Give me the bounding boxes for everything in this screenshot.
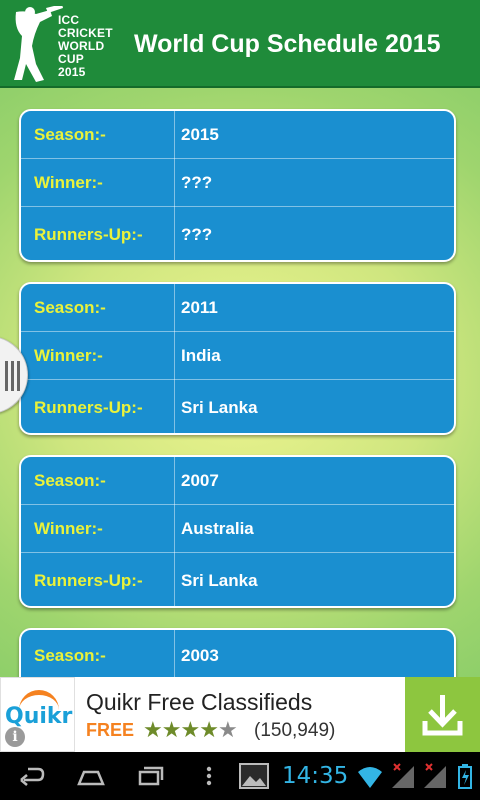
season-value: 2007 (181, 470, 219, 490)
winner-value: India (181, 345, 221, 365)
icc-logo: ICC CRICKET WORLD CUP 2015 (6, 4, 126, 84)
cricketer-logo-icon (14, 6, 63, 82)
gallery-notification-icon (239, 763, 269, 789)
star-icon: ★ (161, 717, 182, 742)
recent-apps-icon[interactable] (136, 760, 166, 792)
season-label: Season:- (34, 297, 106, 317)
runners-up-label: Runners-Up:- (34, 570, 143, 590)
winner-row: Winner:- India (21, 332, 454, 380)
winner-value: ??? (181, 172, 213, 192)
runners-up-row: Runners-Up:- ??? (21, 207, 454, 260)
season-row: Season:- 2007 (21, 457, 454, 505)
logo-line: 2015 (58, 65, 86, 79)
home-icon[interactable] (76, 760, 106, 792)
runners-up-value: ??? (181, 224, 213, 244)
runners-up-label: Runners-Up:- (34, 224, 143, 244)
winner-value: Australia (181, 518, 254, 538)
back-icon[interactable] (18, 760, 46, 792)
system-bar: 14:35 (0, 752, 480, 800)
rating-stars: ★★★★★ (143, 717, 238, 743)
status-clock: 14:35 (282, 763, 349, 789)
download-button[interactable] (405, 677, 480, 752)
ad-price: FREE (86, 720, 135, 740)
signal-2-icon (424, 763, 446, 788)
season-label: Season:- (34, 646, 106, 666)
app-header: ICC CRICKET WORLD CUP 2015 World Cup Sch… (0, 0, 480, 88)
season-row: Season:- 2011 (21, 284, 454, 332)
star-icon: ★ (199, 717, 219, 742)
winner-label: Winner:- (34, 518, 103, 538)
quikr-logo-text: Quikr (5, 704, 73, 729)
review-count: (150,949) (254, 720, 336, 741)
battery-icon (458, 764, 472, 789)
season-value: 2015 (181, 124, 219, 144)
runners-up-label: Runners-Up:- (34, 397, 143, 417)
season-label: Season:- (34, 470, 106, 490)
menu-overflow-icon[interactable] (202, 760, 216, 792)
ad-title[interactable]: Quikr Free Classifieds (86, 689, 312, 716)
runners-up-value: Sri Lanka (181, 570, 258, 590)
winner-label: Winner:- (34, 345, 103, 365)
wifi-icon (358, 767, 382, 788)
season-value: 2003 (181, 646, 219, 666)
info-icon[interactable]: i (5, 727, 25, 747)
download-arrow-icon (422, 695, 463, 736)
logo-text: ICC CRICKET WORLD CUP 2015 (58, 14, 128, 79)
season-value: 2011 (181, 297, 218, 317)
season-card[interactable]: Season:- 2015 Winner:- ??? Runners-Up:- … (19, 109, 456, 262)
star-icon: ★ (143, 717, 163, 742)
handle-grip (5, 361, 8, 391)
season-row: Season:- 2015 (21, 111, 454, 159)
ad-banner[interactable]: Quikr i Quikr Free Classifieds FREE ★★★★… (0, 677, 480, 752)
season-row: Season:- 2003 (21, 630, 454, 677)
signal-icon (392, 763, 414, 788)
runners-up-row: Runners-Up:- Sri Lanka (21, 380, 454, 433)
season-card[interactable]: Season:- 2011 Winner:- India Runners-Up:… (19, 282, 456, 435)
handle-grip (17, 361, 20, 391)
runners-up-value: Sri Lanka (181, 397, 258, 417)
runners-up-row: Runners-Up:- Sri Lanka (21, 553, 454, 606)
handle-grip (11, 361, 14, 391)
season-card[interactable]: Season:- 2003 (19, 628, 456, 677)
season-card[interactable]: Season:- 2007 Winner:- Australia Runners… (19, 455, 456, 608)
winner-label: Winner:- (34, 172, 103, 192)
season-label: Season:- (34, 124, 106, 144)
winner-row: Winner:- Australia (21, 505, 454, 553)
star-icon: ★ (180, 717, 200, 742)
star-empty-icon: ★ (217, 717, 238, 742)
page-title: World Cup Schedule 2015 (134, 30, 441, 58)
quikr-logo[interactable]: Quikr i (0, 677, 75, 752)
schedule-list[interactable]: Season:- 2015 Winner:- ??? Runners-Up:- … (0, 88, 480, 677)
winner-row: Winner:- ??? (21, 159, 454, 207)
